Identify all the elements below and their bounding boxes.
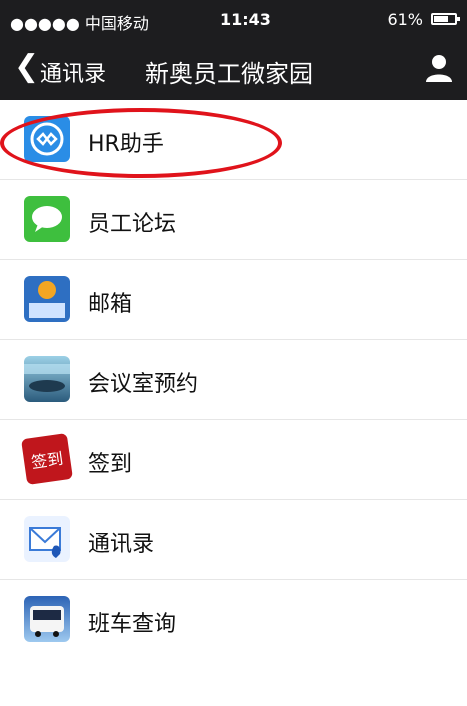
list-item-label: 班车查询 <box>88 612 177 637</box>
battery-percent: 61% <box>387 10 423 29</box>
list-item-contacts[interactable]: 通讯录 <box>0 500 467 580</box>
carrier-text: ●●●●● 中国移动 <box>10 14 149 33</box>
list-item-label: 签到 <box>88 452 133 477</box>
meeting-room-icon <box>24 356 70 402</box>
checkin-icon: 签到 <box>21 433 73 485</box>
back-button[interactable]: 通讯录 <box>40 56 106 88</box>
list-item-forum[interactable]: 员工论坛 <box>0 180 467 260</box>
list-item-meeting-room[interactable]: 会议室预约 <box>0 340 467 420</box>
clock: 11:43 <box>220 10 271 29</box>
forum-icon <box>24 196 70 242</box>
list-item-label: 邮箱 <box>88 292 133 317</box>
checkin-stamp-text: 签到 <box>30 449 64 472</box>
list-item-label: HR助手 <box>88 132 164 157</box>
list-item-label: 会议室预约 <box>88 372 199 397</box>
list-item-mail[interactable]: 邮箱 <box>0 260 467 340</box>
battery-icon <box>431 13 460 25</box>
list-item-label: 通讯录 <box>88 532 155 557</box>
back-chevron-icon[interactable]: ❮ <box>14 52 39 82</box>
hr-assistant-icon <box>24 116 70 162</box>
list-item-label: 员工论坛 <box>88 212 177 237</box>
list-item-hr-assistant[interactable]: HR助手 <box>0 100 467 180</box>
page-title: 新奥员工微家园 <box>145 60 313 88</box>
profile-icon[interactable] <box>423 52 455 84</box>
list-item-bus[interactable]: 班车查询 <box>0 580 467 660</box>
contacts-icon <box>24 516 70 562</box>
mail-icon <box>24 276 70 322</box>
list-item-checkin[interactable]: 签到 签到 <box>0 420 467 500</box>
status-bar: ●●●●● 中国移动 11:43 61% <box>0 0 467 40</box>
bus-icon <box>24 596 70 642</box>
navigation-bar: ❮ 通讯录 新奥员工微家园 <box>0 40 467 100</box>
menu-list: HR助手 员工论坛 邮箱 会议室预约 签到 签到 通讯录 班车查询 <box>0 100 467 660</box>
